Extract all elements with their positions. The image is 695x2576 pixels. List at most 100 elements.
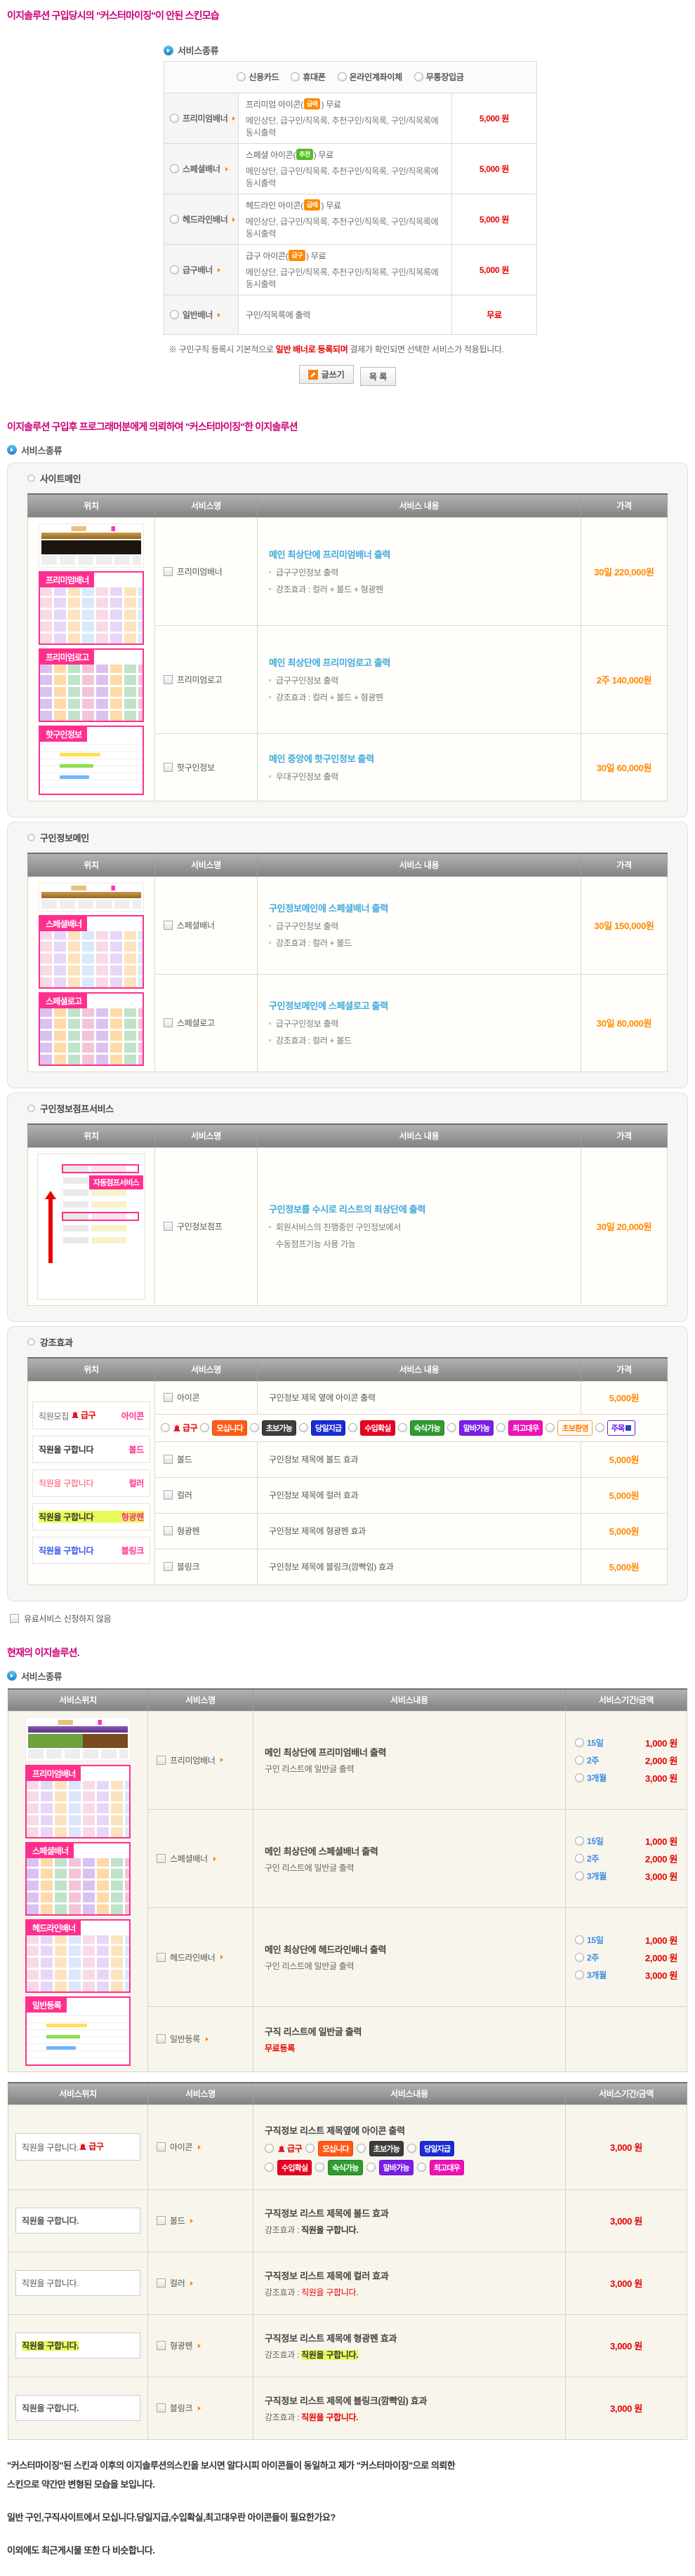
- sample-icon: 직원을 구합니다.급구: [15, 2133, 140, 2161]
- table-row: 프리미엄배너 스페셜배너 헤드라인배너 일반등록 프리미엄배너 메인 최상단에 …: [8, 1711, 687, 1809]
- thumbnail-label: 자동점프서비스: [89, 1175, 143, 1189]
- table-row: 직원을 구합니다. 형광펜 구직정보 리스트 제목에 형광펜 효과 강조효과 :…: [8, 2314, 687, 2377]
- service-desc: ) 무료: [306, 251, 326, 261]
- price: 3,000 원: [566, 2189, 687, 2252]
- service-heading: 구직정보 리스트 제목에 블링크(깜빡임) 효과: [265, 2394, 554, 2407]
- checkbox-blink[interactable]: [157, 2403, 166, 2413]
- radio-normal-banner[interactable]: [170, 310, 179, 319]
- radio-headline-banner[interactable]: [170, 215, 179, 224]
- service-name: 프리미엄배너: [170, 1754, 215, 1766]
- table-row: 직원을 구합니다. 컬러 구직정보 리스트 제목에 컬러 효과 강조효과 : 직…: [8, 2252, 687, 2314]
- sample-bold: 직원을 구합니다.: [15, 2208, 140, 2234]
- checkbox-special-logo[interactable]: [164, 1018, 173, 1027]
- location-thumbnail-cell: 프리미엄배너 프리미엄로고 핫구인정보: [28, 517, 155, 801]
- radio-badge-5[interactable]: [366, 2163, 376, 2172]
- checkbox-bold[interactable]: [157, 2216, 166, 2225]
- write-button[interactable]: 글쓰기: [299, 365, 354, 384]
- radio-badge-1[interactable]: [250, 1423, 259, 1432]
- service-detail: 구인 리스트에 일반글 출력: [265, 1862, 554, 1874]
- checkbox-hot-jobinfo[interactable]: [164, 763, 173, 772]
- service-kind-label: 서비스종류: [21, 443, 62, 457]
- price: 5,000원: [581, 1513, 668, 1549]
- radio-period-15days[interactable]: [575, 1935, 584, 1944]
- site-main-thumbnail: 프리미엄배너 프리미엄로고 핫구인정보: [39, 523, 144, 795]
- radio-badge-3[interactable]: [265, 2163, 274, 2172]
- radio-badge-urgent[interactable]: [265, 2144, 274, 2153]
- location-thumbnail-cell: 프리미엄배너 스페셜배너 헤드라인배너 일반등록: [8, 1711, 148, 2071]
- checkbox-icon-service[interactable]: [157, 2142, 166, 2151]
- free-registration-label: 무료등록: [265, 2042, 554, 2054]
- radio-period-2weeks[interactable]: [575, 1854, 584, 1863]
- radio-period-3months[interactable]: [575, 1773, 584, 1782]
- price: 3,000 원: [645, 1771, 677, 1784]
- checkbox-premium-logo[interactable]: [164, 675, 173, 684]
- sample-text: 직원을 구합니다.: [301, 2225, 358, 2235]
- checkbox-highlighter[interactable]: [164, 1526, 173, 1535]
- radio-period-15days[interactable]: [575, 1836, 584, 1846]
- checkbox-normal-registration[interactable]: [157, 2034, 166, 2043]
- checkbox-jobinfo-jump[interactable]: [164, 1222, 173, 1231]
- arrow-up-icon: [48, 1199, 53, 1263]
- checkbox-premium-banner[interactable]: [164, 567, 173, 576]
- circle-bullet-icon: [27, 474, 35, 482]
- price: 무료: [452, 295, 537, 335]
- list-button[interactable]: 목 록: [360, 367, 396, 386]
- checkbox-special-banner[interactable]: [164, 921, 173, 930]
- radio-badge-urgent[interactable]: [161, 1423, 170, 1432]
- checkbox-bold[interactable]: [164, 1455, 173, 1464]
- highlight-box-normal-registration: 일반등록: [25, 1996, 131, 2066]
- radio-urgent-banner[interactable]: [170, 265, 179, 274]
- radio-period-2weeks[interactable]: [575, 1953, 584, 1962]
- radio-badge-6[interactable]: [417, 2163, 426, 2172]
- radio-credit-card[interactable]: [237, 72, 246, 81]
- checkbox-color[interactable]: [157, 2278, 166, 2288]
- radio-special-banner[interactable]: [170, 164, 179, 173]
- siren-label: 급구: [183, 1422, 197, 1434]
- checkbox-headline-banner[interactable]: [157, 1953, 166, 1962]
- thumbnail-label: 프리미엄배너: [27, 1766, 81, 1781]
- price: 30일 60,000원: [581, 733, 668, 801]
- radio-online-transfer[interactable]: [338, 72, 347, 81]
- col-header-location: 위치: [28, 1358, 155, 1382]
- service-kind-label: 서비스종류: [21, 1669, 62, 1683]
- radio-badge-8[interactable]: [595, 1423, 604, 1432]
- thumbnail-label: 헤드라인배너: [27, 1921, 81, 1935]
- radio-badge-7[interactable]: [545, 1423, 555, 1432]
- checkbox-color[interactable]: [164, 1490, 173, 1500]
- radio-badge-0[interactable]: [200, 1423, 209, 1432]
- radio-badge-4[interactable]: [315, 2163, 324, 2172]
- radio-badge-1[interactable]: [357, 2144, 366, 2153]
- checkbox-no-paid-service[interactable]: [10, 1614, 19, 1623]
- checkbox-highlighter[interactable]: [157, 2341, 166, 2350]
- service-name: 일반배너: [183, 309, 213, 321]
- radio-badge-6[interactable]: [496, 1423, 505, 1432]
- period-label: 3개월: [587, 1870, 607, 1882]
- radio-premium-banner[interactable]: [170, 114, 179, 123]
- section-jobinfo-main: 구인정보메인 위치 서비스명 서비스 내용 가격 스페셜배너 스페셜로고 스페셜…: [7, 822, 688, 1088]
- arrow-circle-icon: [7, 445, 17, 455]
- period-price-cell: [566, 2006, 687, 2071]
- service-name: 프리미엄로고: [177, 674, 222, 686]
- checkbox-blink[interactable]: [164, 1562, 173, 1571]
- checkbox-icon-service[interactable]: [164, 1393, 173, 1402]
- service-desc-line2: 메인상단, 급구인/직목록, 추천구인/직목록, 구인/직목록에 동시출력: [246, 266, 444, 290]
- radio-bank-deposit[interactable]: [414, 72, 423, 81]
- radio-badge-4[interactable]: [398, 1423, 407, 1432]
- radio-period-15days[interactable]: [575, 1738, 584, 1747]
- col-header-content: 서비스 내용: [258, 1124, 581, 1148]
- checkbox-premium-banner[interactable]: [157, 1756, 166, 1765]
- checkbox-special-banner[interactable]: [157, 1854, 166, 1863]
- current-emphasis-table: 서비스위치 서비스명 서비스내용 서비스기간/금액 직원을 구합니다.급구 아이…: [8, 2082, 687, 2440]
- radio-mobile[interactable]: [291, 72, 300, 81]
- radio-badge-5[interactable]: [447, 1423, 456, 1432]
- price: 2,000 원: [645, 1754, 677, 1767]
- table-row: 스페셜배너 스페셜로고 스페셜배너 구인정보메인에 스페셜배너 출력 급구구인정…: [28, 876, 668, 974]
- radio-badge-2[interactable]: [299, 1423, 308, 1432]
- radio-period-2weeks[interactable]: [575, 1756, 584, 1765]
- radio-badge-2[interactable]: [407, 2144, 416, 2153]
- siren-icon: 급구: [173, 1422, 197, 1434]
- radio-period-3months[interactable]: [575, 1871, 584, 1881]
- radio-badge-3[interactable]: [348, 1423, 357, 1432]
- radio-period-3months[interactable]: [575, 1970, 584, 1980]
- radio-badge-0[interactable]: [305, 2144, 315, 2153]
